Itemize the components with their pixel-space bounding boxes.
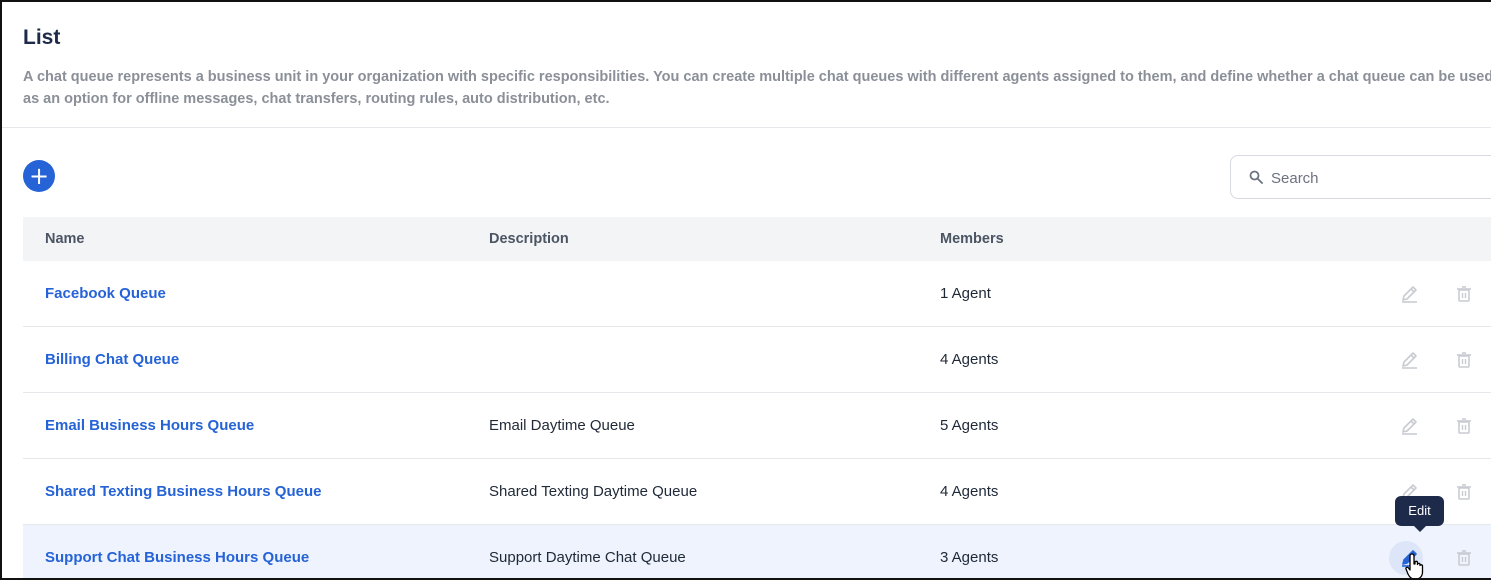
add-queue-button[interactable]: + [23, 160, 55, 192]
queue-name-link[interactable]: Shared Texting Business Hours Queue [45, 483, 321, 500]
trash-icon[interactable] [1451, 479, 1477, 505]
queue-name-link[interactable]: Billing Chat Queue [45, 351, 179, 368]
page-header: List A chat queue represents a business … [2, 2, 1491, 128]
queue-members: 4 Agents [940, 351, 999, 368]
trash-icon[interactable] [1451, 281, 1477, 307]
column-header-description: Description [489, 231, 569, 247]
search-box[interactable] [1230, 155, 1491, 199]
page-title: List [23, 26, 61, 49]
queue-name-link[interactable]: Facebook Queue [45, 285, 166, 302]
queue-table: Name Description Members Facebook Queue … [23, 217, 1491, 578]
queue-description: Support Daytime Chat Queue [489, 549, 686, 566]
column-header-name[interactable]: Name [45, 231, 85, 247]
table-row: Email Business Hours Queue Email Daytime… [23, 393, 1491, 459]
queue-members: 4 Agents [940, 483, 999, 500]
queue-description: Email Daytime Queue [489, 417, 635, 434]
search-input[interactable] [1271, 166, 1491, 190]
table-row: Facebook Queue 1 Agent [23, 261, 1491, 327]
trash-icon[interactable] [1451, 413, 1477, 439]
queue-members: 3 Agents [940, 549, 999, 566]
pencil-icon[interactable] [1397, 347, 1423, 373]
page-frame: List A chat queue represents a business … [0, 0, 1491, 580]
table-row: Billing Chat Queue 4 Agents [23, 327, 1491, 393]
trash-icon[interactable] [1451, 545, 1477, 571]
search-icon [1249, 170, 1263, 184]
table-header: Name Description Members [23, 217, 1491, 261]
queue-name-link[interactable]: Email Business Hours Queue [45, 417, 254, 434]
column-header-members: Members [940, 231, 1004, 247]
pencil-icon[interactable] [1397, 413, 1423, 439]
table-row: Shared Texting Business Hours Queue Shar… [23, 459, 1491, 525]
queue-members: 5 Agents [940, 417, 999, 434]
pencil-icon[interactable] [1397, 281, 1423, 307]
queue-members: 1 Agent [940, 285, 991, 302]
queue-description: Shared Texting Daytime Queue [489, 483, 698, 500]
table-row: Support Chat Business Hours Queue Suppor… [23, 525, 1491, 578]
hand-cursor-icon [1405, 553, 1424, 578]
page-description: A chat queue represents a business unit … [23, 69, 1491, 107]
edit-tooltip: Edit [1395, 496, 1444, 532]
queue-name-link[interactable]: Support Chat Business Hours Queue [45, 549, 309, 566]
trash-icon[interactable] [1451, 347, 1477, 373]
